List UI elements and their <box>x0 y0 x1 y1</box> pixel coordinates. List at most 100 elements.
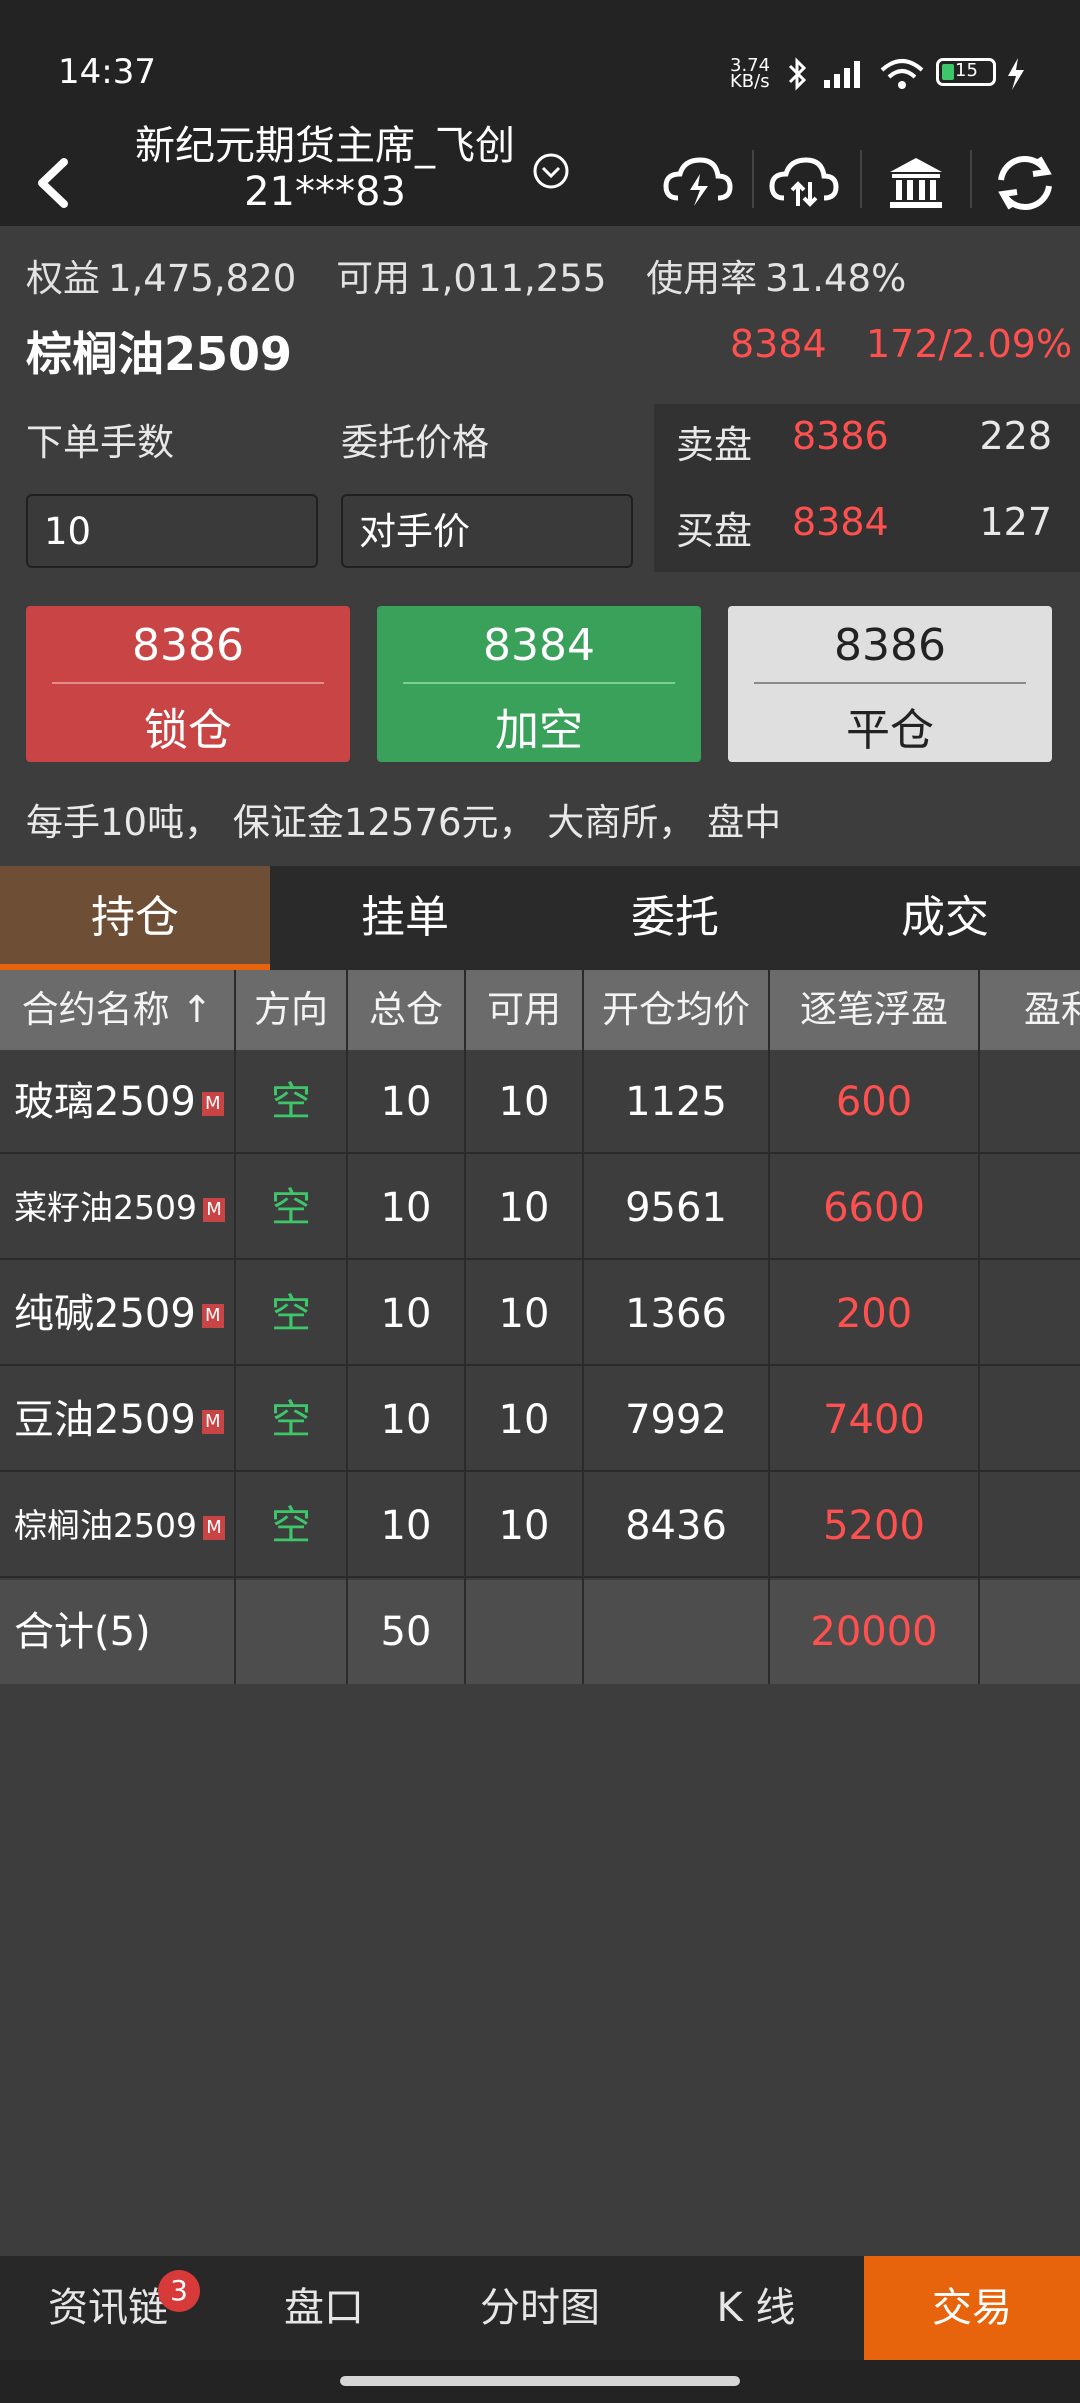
signal-icon <box>824 61 860 88</box>
nav-kline[interactable]: K 线 <box>648 2256 864 2360</box>
avg-price-cell: 8436 <box>625 1503 727 1549</box>
col-profit[interactable]: 盈利 <box>980 970 1080 1050</box>
direction-cell: 空 <box>271 1503 311 1549</box>
header-divider <box>860 150 862 208</box>
nav-timeshare[interactable]: 分时图 <box>432 2256 648 2360</box>
column-divider <box>234 970 236 1684</box>
notification-badge: 3 <box>158 2270 200 2312</box>
direction-cell: 空 <box>271 1079 311 1125</box>
direction-cell: 空 <box>271 1397 311 1443</box>
total-positions: 50 <box>380 1609 432 1655</box>
bid-row[interactable]: 买盘 8384 127 <box>676 500 1052 560</box>
total-label: 合计(5) <box>14 1609 151 1655</box>
table-row[interactable]: 玻璃2509 M 空 10 10 1125 600 <box>0 1050 1080 1154</box>
add-short-button[interactable]: 8384 加空 <box>377 606 701 762</box>
available-cell: 10 <box>498 1079 550 1125</box>
home-indicator[interactable] <box>340 2376 740 2386</box>
lock-label: 锁仓 <box>144 705 232 756</box>
tab-orders[interactable]: 委托 <box>540 866 810 970</box>
table-row[interactable]: 纯碱2509 M 空 10 10 1366 200 <box>0 1262 1080 1366</box>
row-contract: 豆油2509 M <box>0 1368 234 1472</box>
cloud-lightning-icon[interactable] <box>658 140 738 226</box>
table-row[interactable]: 棕榈油2509 M 空 10 10 8436 5200 <box>0 1474 1080 1578</box>
nav-trade[interactable]: 交易 <box>864 2256 1080 2360</box>
button-divider <box>403 682 675 684</box>
usage-value: 31.48% <box>765 257 907 300</box>
available-cell: 10 <box>498 1291 550 1337</box>
button-divider <box>52 682 324 684</box>
total-cell: 10 <box>380 1503 432 1549</box>
table-row[interactable]: 菜籽油2509 M 空 10 10 9561 6600 <box>0 1156 1080 1260</box>
battery-level: 15 <box>955 60 978 81</box>
available-cell: 10 <box>498 1503 550 1549</box>
col-available[interactable]: 可用 <box>466 970 582 1050</box>
row-contract: 玻璃2509 M <box>0 1050 234 1154</box>
bank-icon[interactable] <box>876 140 956 226</box>
usage-label: 使用率 <box>646 257 758 300</box>
floating-pnl-cell: 600 <box>835 1079 913 1125</box>
short-price: 8384 <box>483 620 595 671</box>
total-cell: 10 <box>380 1079 432 1125</box>
col-avg-price[interactable]: 开仓均价 <box>584 970 768 1050</box>
contract-name[interactable]: 棕榈油2509 <box>26 318 292 384</box>
equity-label: 权益 <box>26 257 100 300</box>
market-badge: M <box>201 1092 224 1116</box>
bid-label: 买盘 <box>676 509 753 553</box>
close-price: 8386 <box>834 620 946 671</box>
direction-cell: 空 <box>271 1291 311 1337</box>
market-badge: M <box>201 1304 224 1328</box>
tab-holdings[interactable]: 持仓 <box>0 866 270 970</box>
column-divider <box>582 970 584 1684</box>
available-cell: 10 <box>498 1185 550 1231</box>
bid-price: 8384 <box>792 500 889 544</box>
short-label: 加空 <box>495 705 583 756</box>
quantity-label: 下单手数 <box>26 421 174 464</box>
bid-volume: 127 <box>979 500 1052 544</box>
avg-price-cell: 1366 <box>625 1291 727 1337</box>
col-total[interactable]: 总仓 <box>348 970 464 1050</box>
column-divider <box>346 970 348 1684</box>
wifi-icon <box>880 59 924 89</box>
tab-pending[interactable]: 挂单 <box>270 866 540 970</box>
quantity-input[interactable]: 10 <box>26 494 318 568</box>
market-badge: M <box>202 1197 225 1222</box>
contract-info: 每手10吨， 保证金12576元， 大商所， 盘中 <box>26 801 782 844</box>
price-type-label: 委托价格 <box>341 421 489 464</box>
nav-orderbook[interactable]: 盘口 <box>216 2256 432 2360</box>
header-divider <box>970 150 972 208</box>
chevron-down-icon[interactable] <box>532 152 570 190</box>
ask-row[interactable]: 卖盘 8386 228 <box>676 414 1052 474</box>
price-type-select[interactable]: 对手价 <box>341 494 633 568</box>
cloud-sync-icon[interactable] <box>764 140 844 226</box>
available-cell: 10 <box>498 1397 550 1443</box>
floating-pnl-cell: 7400 <box>823 1397 925 1443</box>
contract-name-cell: 玻璃2509 <box>14 1079 196 1125</box>
account-name[interactable]: 新纪元期货主席_飞创 <box>100 120 550 172</box>
column-divider <box>978 970 980 1684</box>
bluetooth-icon <box>788 57 807 91</box>
contract-name-cell: 菜籽油2509 <box>14 1188 197 1227</box>
account-id[interactable]: 21***83 <box>100 166 550 218</box>
close-position-button[interactable]: 8386 平仓 <box>728 606 1052 762</box>
contract-name-cell: 纯碱2509 <box>14 1291 196 1337</box>
tab-trades[interactable]: 成交 <box>810 866 1080 970</box>
avg-price-cell: 7992 <box>625 1397 727 1443</box>
battery-icon: 15 <box>936 58 996 86</box>
ask-label: 卖盘 <box>676 423 753 467</box>
col-contract-name[interactable]: 合约名称 ↑ <box>0 970 234 1050</box>
col-direction[interactable]: 方向 <box>236 970 346 1050</box>
direction-cell: 空 <box>271 1185 311 1231</box>
avg-price-cell: 9561 <box>625 1185 727 1231</box>
status-time: 14:37 <box>58 52 156 92</box>
floating-pnl-cell: 6600 <box>823 1185 925 1231</box>
available-label: 可用 <box>336 257 411 300</box>
refresh-icon[interactable] <box>985 140 1065 226</box>
back-icon[interactable] <box>20 140 100 226</box>
col-floating-pnl[interactable]: 逐笔浮盈 <box>770 970 978 1050</box>
contract-change: 172/2.09% <box>866 322 1073 366</box>
column-divider <box>768 970 770 1684</box>
floating-pnl-cell: 200 <box>835 1291 913 1337</box>
lock-position-button[interactable]: 8386 锁仓 <box>26 606 350 762</box>
ask-price: 8386 <box>792 414 889 458</box>
table-row[interactable]: 豆油2509 M 空 10 10 7992 7400 <box>0 1368 1080 1472</box>
